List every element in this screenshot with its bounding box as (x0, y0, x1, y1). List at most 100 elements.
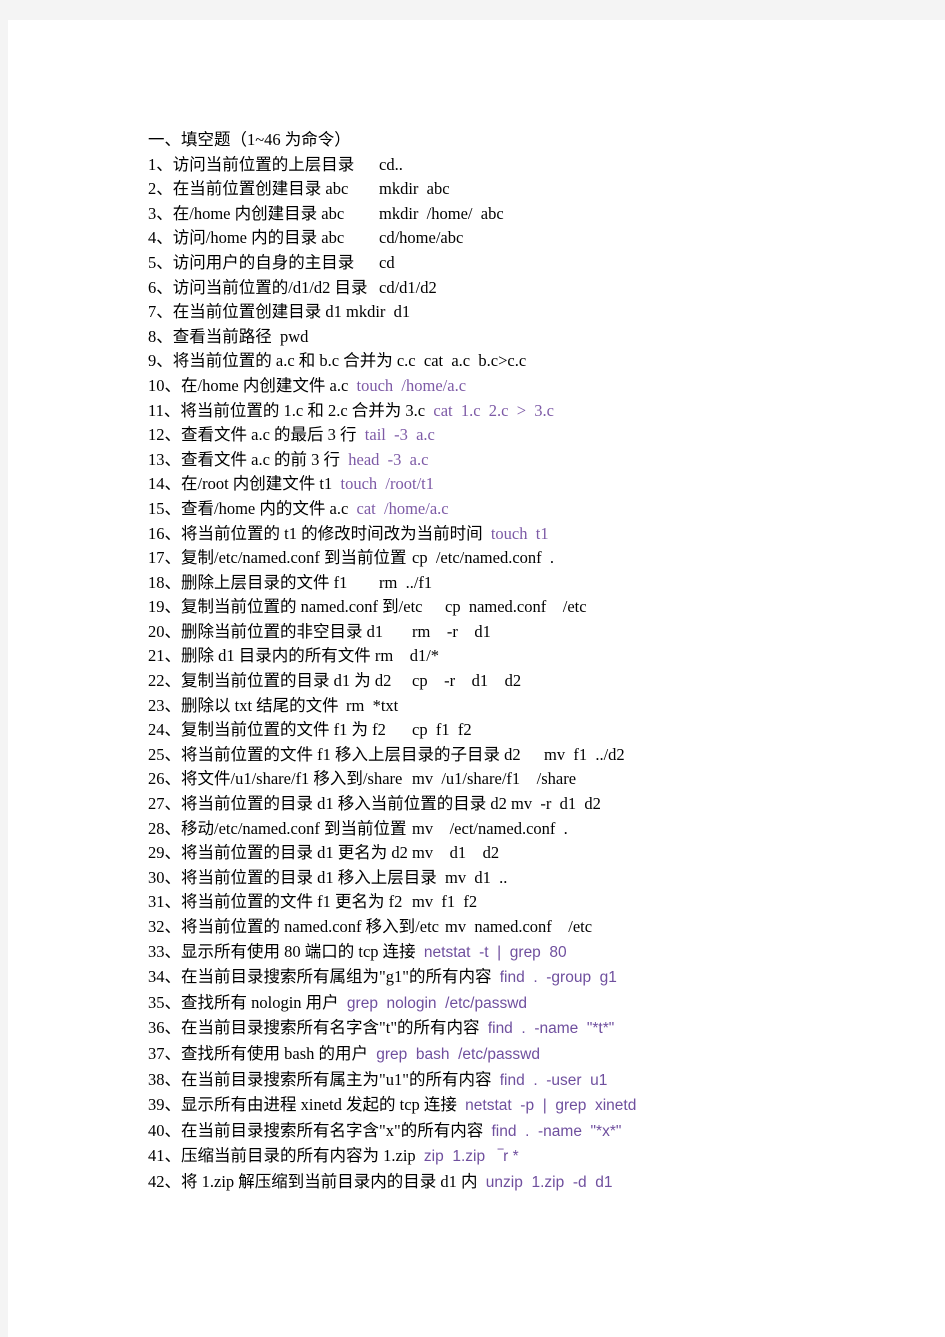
answer-command: touch t1 (490, 523, 549, 543)
answer-gap (437, 868, 445, 887)
question-item: 22、复制当前位置的目录 d1 为 d2 cp -r d1 d2 (148, 669, 938, 694)
question-item: 4、访问/home 内的目录 abc cd/home/abc (148, 226, 938, 251)
question-number: 17、 (148, 548, 181, 568)
question-number: 18、 (148, 572, 181, 592)
answer-gap (402, 892, 412, 911)
answer-gap (521, 745, 544, 764)
answer-gap (368, 278, 379, 297)
question-item: 12、查看文件 a.c 的最后 3 行 tail -3 a.c (148, 423, 938, 448)
question-number: 25、 (148, 744, 181, 764)
answer-gap (416, 942, 424, 961)
answer-command: find . -user u1 (499, 1071, 608, 1089)
answer-command: mv d1 .. (445, 867, 508, 887)
question-prompt: 将当前位置的目录 d1 移入当前位置的目录 d2 (181, 794, 507, 814)
question-item: 25、将当前位置的文件 f1 移入上层目录的子目录 d2 mv f1 ../d2 (148, 743, 938, 768)
answer-gap (383, 622, 412, 641)
answer-gap (478, 1172, 486, 1191)
answer-command: cp named.conf /etc (445, 597, 587, 617)
answer-command: mkdir d1 (346, 302, 411, 322)
answer-gap (368, 1044, 376, 1063)
question-prompt: 复制当前位置的 named.conf 到/etc (181, 597, 423, 617)
question-number: 9、 (148, 351, 173, 371)
question-item: 40、在当前目录搜索所有名字含"x"的所有内容 find . -name "*x… (148, 1119, 938, 1145)
answer-gap (480, 1018, 488, 1037)
question-prompt: 将当前位置的 t1 的修改时间改为当前时间 (181, 523, 483, 543)
question-number: 35、 (148, 992, 181, 1012)
question-prompt: 查找所有使用 bash 的用户 (181, 1043, 368, 1063)
question-prompt: 将当前位置的文件 f1 更名为 f2 (181, 892, 403, 912)
question-item: 38、在当前目录搜索所有属主为"u1"的所有内容 find . -user u1 (148, 1068, 938, 1094)
question-prompt: 将当前位置的 named.conf 移入到/etc (181, 917, 439, 936)
answer-gap (402, 769, 412, 788)
question-item: 37、查找所有使用 bash 的用户 grep bash /etc/passwd (148, 1042, 938, 1068)
question-prompt: 在/home 内创建目录 abc (172, 203, 345, 223)
answer-command: cd (379, 252, 395, 272)
question-prompt: 在当前目录搜索所有属组为"g1"的所有内容 (181, 967, 492, 987)
question-item: 15、查看/home 内的文件 a.c cat /home/a.c (148, 497, 938, 522)
question-item: 7、在当前位置创建目录 d1 mkdir d1 (148, 300, 938, 325)
question-prompt: 在当前目录搜索所有名字含"t"的所有内容 (181, 1018, 480, 1038)
answer-command: cat 1.c 2.c > 3.c (433, 400, 555, 420)
answer-gap (386, 720, 412, 739)
answer-command: unzip 1.zip -d d1 (485, 1173, 613, 1191)
question-number: 7、 (148, 302, 173, 322)
question-item: 24、复制当前位置的文件 f1 为 f2 cp f1 f2 (148, 718, 938, 743)
question-prompt: 删除以 txt 结尾的文件 (181, 695, 339, 715)
question-item: 42、将 1.zip 解压缩到当前目录内的目录 d1 内 unzip 1.zip… (148, 1170, 938, 1196)
question-item: 23、删除以 txt 结尾的文件 rm *txt (148, 694, 938, 719)
question-prompt: 显示所有使用 80 端口的 tcp 连接 (181, 941, 416, 961)
answer-command: mv d1 d2 (412, 843, 500, 863)
question-prompt: 在当前目录搜索所有名字含"x"的所有内容 (181, 1120, 484, 1140)
question-prompt: 显示所有由进程 xinetd 发起的 tcp 连接 (181, 1095, 457, 1115)
question-item: 19、复制当前位置的 named.conf 到/etc cp named.con… (148, 595, 938, 620)
answer-gap (457, 1095, 465, 1114)
question-number: 31、 (148, 892, 181, 912)
question-prompt: 删除 d1 目录内的所有文件 (181, 646, 371, 666)
answer-command: mkdir abc (379, 179, 450, 199)
question-number: 29、 (148, 843, 181, 863)
question-prompt: 查看/home 内的文件 a.c (181, 498, 349, 518)
question-prompt: 将文件/u1/share/f1 移入到/share (181, 769, 403, 789)
question-number: 15、 (148, 498, 181, 518)
question-item: 2、在当前位置创建目录 abc mkdir abc (148, 177, 938, 202)
question-prompt: 删除当前位置的非空目录 d1 (181, 621, 384, 641)
question-number: 39、 (148, 1095, 181, 1115)
question-number: 28、 (148, 818, 181, 838)
answer-gap (354, 155, 379, 174)
question-prompt: 压缩当前目录的所有内容为 1.zip (181, 1146, 416, 1166)
section-heading: 一、填空题（1~46 为命令） (148, 130, 351, 149)
question-number: 21、 (148, 646, 181, 666)
answer-command: grep bash /etc/passwd (376, 1045, 540, 1063)
question-item: 3、在/home 内创建目录 abc mkdir /home/ abc (148, 202, 938, 227)
answer-gap (423, 597, 446, 616)
answer-command: mv /ect/named.conf . (412, 818, 568, 838)
question-item: 16、将当前位置的 t1 的修改时间改为当前时间 touch t1 (148, 522, 938, 547)
question-prompt: 在当前位置创建目录 abc (172, 179, 349, 199)
answer-gap (491, 1070, 499, 1089)
question-item: 31、将当前位置的文件 f1 更名为 f2 mv f1 f2 (148, 890, 938, 915)
question-number: 13、 (148, 449, 181, 469)
question-item: 41、压缩当前目录的所有内容为 1.zip zip 1.zip ‾r * (148, 1144, 938, 1170)
answer-command: netstat -t | grep 80 (423, 943, 567, 961)
question-item: 17、复制/etc/named.conf 到当前位置 cp /etc/named… (148, 546, 938, 571)
answer-command: mv /u1/share/f1 /share (412, 769, 577, 789)
answer-gap (348, 376, 356, 395)
question-number: 14、 (148, 474, 181, 494)
answer-gap (344, 228, 379, 247)
answer-gap (483, 524, 491, 543)
answer-command: touch /root/t1 (340, 474, 435, 494)
question-number: 19、 (148, 597, 181, 617)
answer-command: rm *txt (346, 695, 399, 715)
document-body: 一、填空题（1~46 为命令） 1、访问当前位置的上层目录 cd.. 2、在当前位… (148, 128, 938, 1196)
question-number: 5、 (148, 252, 173, 272)
question-prompt: 复制/etc/named.conf 到当前位置 (181, 548, 407, 568)
answer-command: find . -name "*t*" (487, 1020, 615, 1038)
question-number: 22、 (148, 671, 181, 691)
question-item: 5、访问用户的自身的主目录 cd (148, 251, 938, 276)
question-prompt: 访问当前位置的上层目录 (172, 154, 355, 174)
question-prompt: 将 1.zip 解压缩到当前目录内的目录 d1 内 (181, 1171, 478, 1191)
answer-command: pwd (280, 326, 309, 346)
question-number: 24、 (148, 720, 181, 740)
answer-gap (344, 204, 379, 223)
question-item: 21、删除 d1 目录内的所有文件 rm d1/* (148, 644, 938, 669)
